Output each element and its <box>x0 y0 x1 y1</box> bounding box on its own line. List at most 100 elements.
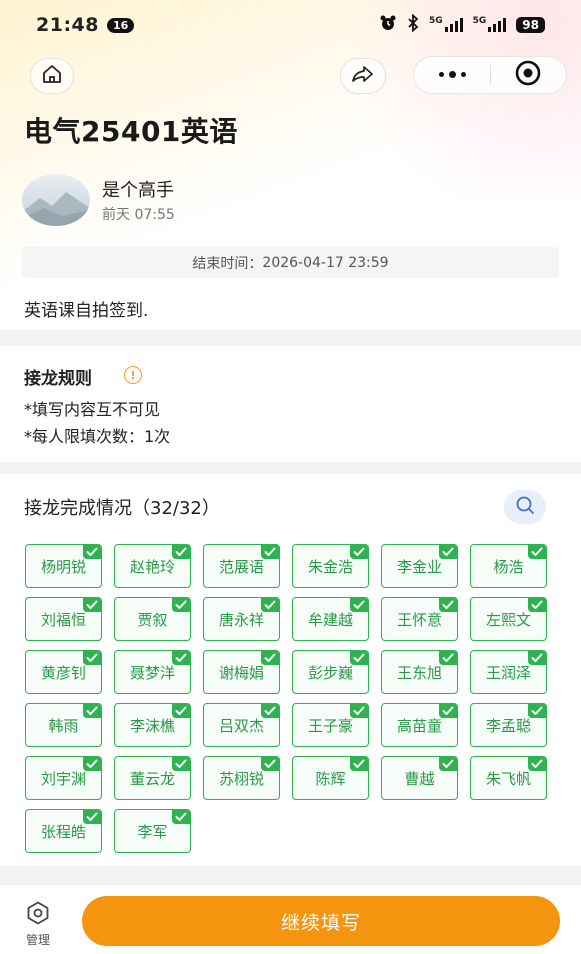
status-bar: 21:48 16 5G 5G 98 <box>0 0 581 50</box>
participant-name: 李沫樵 <box>129 716 175 735</box>
participant-chip[interactable]: 谢梅娟 <box>203 650 280 694</box>
check-icon <box>528 651 546 665</box>
info-icon[interactable]: ! <box>124 366 142 384</box>
participant-chip[interactable]: 王润泽 <box>470 650 547 694</box>
participant-name: 高苗童 <box>396 716 442 735</box>
check-icon <box>350 704 368 718</box>
participant-chip[interactable]: 李军 <box>114 809 191 853</box>
participant-name: 黄彦钊 <box>40 663 86 682</box>
rules-title: 接龙规则 <box>24 369 92 389</box>
more-icon[interactable] <box>414 71 490 78</box>
participant-chip[interactable]: 贾叙 <box>114 597 191 641</box>
participant-chip[interactable]: 王怀意 <box>381 597 458 641</box>
participant-chip[interactable]: 李孟聪 <box>470 703 547 747</box>
participant-chip[interactable]: 杨浩 <box>470 544 547 588</box>
check-icon <box>261 598 279 612</box>
manage-icon <box>25 901 51 929</box>
check-icon <box>83 704 101 718</box>
participant-name: 刘宇渊 <box>40 769 86 788</box>
check-icon <box>439 704 457 718</box>
participant-name: 王东旭 <box>396 663 442 682</box>
participant-name: 王怀意 <box>396 610 442 629</box>
manage-label: 管理 <box>25 933 50 947</box>
battery-indicator: 98 <box>516 17 545 33</box>
participant-chip[interactable]: 范展语 <box>203 544 280 588</box>
participant-chip[interactable]: 张程皓 <box>25 809 102 853</box>
check-icon <box>172 598 190 612</box>
participant-chip[interactable]: 吕双杰 <box>203 703 280 747</box>
participant-chip[interactable]: 朱金浩 <box>292 544 369 588</box>
participant-chip[interactable]: 彭步巍 <box>292 650 369 694</box>
participant-name: 韩雨 <box>48 716 79 735</box>
author-name[interactable]: 是个高手 <box>102 176 174 202</box>
participant-chip[interactable]: 朱飞帆 <box>470 756 547 800</box>
participant-chip[interactable]: 杨明锐 <box>25 544 102 588</box>
home-button[interactable] <box>30 58 74 94</box>
participant-chip[interactable]: 赵艳玲 <box>114 544 191 588</box>
participant-name: 张程皓 <box>40 822 86 841</box>
participant-name: 赵艳玲 <box>129 557 175 576</box>
participant-name: 李军 <box>137 822 168 841</box>
participant-chip[interactable]: 陈辉 <box>292 756 369 800</box>
participant-name: 吕双杰 <box>218 716 264 735</box>
check-icon <box>350 598 368 612</box>
continue-fill-button[interactable]: 继续填写 <box>82 896 560 946</box>
manage-button[interactable]: 管理 <box>18 901 58 948</box>
participant-chip[interactable]: 刘福恒 <box>25 597 102 641</box>
check-icon <box>83 545 101 559</box>
alarm-icon <box>379 14 397 36</box>
participant-chip[interactable]: 王子豪 <box>292 703 369 747</box>
post-time: 前天 07:55 <box>102 207 175 223</box>
participant-chip[interactable]: 李沫樵 <box>114 703 191 747</box>
check-icon <box>261 757 279 771</box>
progress-title: 接龙完成情况（32/32） <box>24 498 220 519</box>
home-icon <box>41 64 63 88</box>
progress-card: 接龙完成情况（32/32） 杨明锐 赵艳玲 范展语 朱金浩 李金业 杨浩刘福恒 贾叙 唐永祥 牟… <box>0 474 581 866</box>
participant-name: 牟建越 <box>307 610 353 629</box>
participant-chip[interactable]: 王东旭 <box>381 650 458 694</box>
participant-chip[interactable]: 左熙文 <box>470 597 547 641</box>
participant-chip[interactable]: 李金业 <box>381 544 458 588</box>
rule-line-visibility: *填写内容互不可见 <box>24 400 161 419</box>
participant-name: 朱金浩 <box>307 557 353 576</box>
participant-chip[interactable]: 董云龙 <box>114 756 191 800</box>
participant-name: 左熙文 <box>485 610 531 629</box>
participant-chip[interactable]: 刘宇渊 <box>25 756 102 800</box>
check-icon <box>83 598 101 612</box>
participant-name: 杨明锐 <box>40 557 86 576</box>
bottom-bar: 管理 继续填写 <box>0 884 581 954</box>
participant-chip[interactable]: 曹越 <box>381 756 458 800</box>
check-icon <box>83 810 101 824</box>
participant-chip[interactable]: 唐永祥 <box>203 597 280 641</box>
target-icon <box>514 59 542 91</box>
check-icon <box>439 651 457 665</box>
search-button[interactable] <box>504 490 546 524</box>
end-time-value: 2026-04-17 23:59 <box>262 254 389 271</box>
participant-name: 苏栩锐 <box>218 769 264 788</box>
check-icon <box>350 757 368 771</box>
description-text: 英语课自拍签到. <box>24 301 149 321</box>
share-button[interactable] <box>340 58 386 94</box>
avatar[interactable] <box>22 174 90 226</box>
participant-name: 唐永祥 <box>218 610 264 629</box>
check-icon <box>350 545 368 559</box>
close-target-button[interactable] <box>491 59 566 91</box>
signal-1-label: 5G <box>428 16 443 26</box>
participant-chip[interactable]: 黄彦钊 <box>25 650 102 694</box>
participant-name: 陈辉 <box>315 769 346 788</box>
search-icon <box>515 495 535 519</box>
rules-card: 接龙规则 ! *填写内容互不可见 *每人限填次数：1次 <box>0 346 581 462</box>
participant-chip[interactable]: 韩雨 <box>25 703 102 747</box>
participant-chip[interactable]: 牟建越 <box>292 597 369 641</box>
participant-chip[interactable]: 苏栩锐 <box>203 756 280 800</box>
participant-name: 王子豪 <box>307 716 353 735</box>
participant-chip[interactable]: 聂梦洋 <box>114 650 191 694</box>
check-icon <box>261 651 279 665</box>
end-time-banner: 结束时间： 2026-04-17 23:59 <box>22 247 559 278</box>
participant-name: 李孟聪 <box>485 716 531 735</box>
participant-name: 聂梦洋 <box>129 663 175 682</box>
participant-name: 彭步巍 <box>307 663 353 682</box>
participant-name: 王润泽 <box>485 663 531 682</box>
share-icon <box>351 64 375 88</box>
participant-chip[interactable]: 高苗童 <box>381 703 458 747</box>
